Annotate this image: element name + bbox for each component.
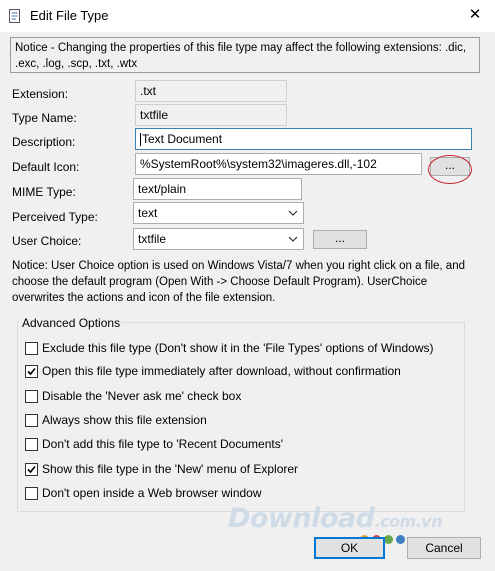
checkbox[interactable] (25, 486, 38, 500)
extension-field[interactable]: .txt (135, 80, 287, 102)
option-label: Open this file type immediately after do… (42, 364, 401, 378)
option-open-immediately[interactable]: Open this file type immediately after do… (25, 363, 401, 379)
file-edit-icon (9, 9, 20, 23)
mime-type-field[interactable]: text/plain (133, 178, 302, 200)
perceived-type-label: Perceived Type: (12, 210, 98, 224)
option-show-in-new-menu[interactable]: Show this file type in the 'New' menu of… (25, 461, 298, 477)
option-label: Disable the 'Never ask me' check box (42, 389, 242, 403)
text-caret (140, 133, 141, 147)
option-disable-never-ask[interactable]: Disable the 'Never ask me' check box (25, 388, 241, 404)
checkbox[interactable] (25, 413, 38, 427)
checkbox[interactable] (25, 341, 38, 355)
cancel-button[interactable]: Cancel (407, 537, 481, 559)
option-label: Don't add this file type to 'Recent Docu… (42, 437, 283, 451)
description-label: Description: (12, 135, 76, 149)
watermark-suffix: .com.vn (374, 512, 443, 531)
ok-button[interactable]: OK (314, 537, 385, 559)
option-label: Don't open inside a Web browser window (42, 486, 262, 500)
option-label: Show this file type in the 'New' menu of… (42, 462, 299, 476)
default-icon-field[interactable]: %SystemRoot%\system32\imageres.dll,-102 (135, 153, 422, 175)
watermark-dot (384, 535, 393, 544)
perceived-type-value: text (138, 206, 158, 220)
checkbox[interactable] (25, 437, 38, 451)
watermark-dot (396, 535, 405, 544)
checkbox-checked[interactable] (25, 364, 38, 378)
user-choice-note: Notice: User Choice option is used on Wi… (12, 260, 465, 304)
perceived-type-select[interactable]: text (133, 202, 304, 224)
type-name-label: Type Name: (12, 111, 77, 125)
description-value: Text Document (142, 132, 223, 146)
option-exclude[interactable]: Exclude this file type (Don't show it in… (25, 340, 434, 356)
option-label: Always show this file extension (42, 413, 207, 427)
checkbox-checked[interactable] (25, 462, 38, 476)
user-choice-browse-button[interactable]: ... (313, 230, 367, 249)
watermark-main: Download (228, 503, 375, 534)
advanced-options-label: Advanced Options (20, 316, 123, 330)
close-icon: ✕ (468, 6, 482, 23)
user-choice-value: txtfile (138, 232, 167, 246)
description-field[interactable]: Text Document (135, 128, 472, 150)
user-choice-label: User Choice: (12, 234, 82, 248)
title-bar: Edit File Type ✕ (0, 0, 495, 32)
user-choice-select[interactable]: txtfile (133, 228, 304, 250)
checkmark-icon (27, 465, 36, 473)
browse-icon-button[interactable]: ... (430, 157, 470, 176)
extension-label: Extension: (12, 87, 69, 101)
close-button[interactable]: ✕ (466, 6, 484, 24)
chevron-down-icon (288, 236, 298, 242)
option-no-recent-documents[interactable]: Don't add this file type to 'Recent Docu… (25, 436, 283, 452)
checkbox[interactable] (25, 389, 38, 403)
extensions-notice: Notice - Changing the properties of this… (10, 37, 480, 73)
type-name-field[interactable]: txtfile (135, 104, 287, 126)
default-icon-label: Default Icon: (12, 160, 80, 174)
checkmark-icon (27, 367, 36, 375)
download-watermark: Download.com.vn (228, 503, 443, 534)
option-no-browser-open[interactable]: Don't open inside a Web browser window (25, 485, 262, 501)
option-always-show-extension[interactable]: Always show this file extension (25, 412, 207, 428)
chevron-down-icon (288, 210, 298, 216)
mime-type-label: MIME Type: (12, 185, 76, 199)
window-title: Edit File Type (30, 8, 109, 23)
option-label: Exclude this file type (Don't show it in… (42, 341, 434, 355)
